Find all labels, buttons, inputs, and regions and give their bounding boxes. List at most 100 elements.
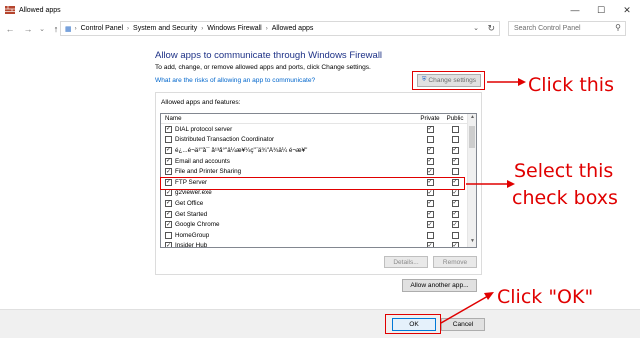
column-header-public[interactable]: Public (443, 115, 467, 122)
breadcrumb-system-security[interactable]: System and Security (133, 25, 197, 32)
private-checkbox[interactable]: ✓ (426, 189, 434, 197)
app-enabled-checkbox[interactable]: ✓ (165, 221, 172, 229)
allow-another-app-button[interactable]: Allow another app... (402, 279, 477, 292)
public-checkbox[interactable] (451, 125, 459, 133)
list-item[interactable]: ✓ Get Started ✓ ✓ (161, 209, 476, 220)
public-checkbox[interactable] (451, 168, 459, 176)
list-item[interactable]: ✓ Get Office ✓ ✓ (161, 198, 476, 209)
public-cell: ✓ (443, 146, 467, 154)
private-cell: ✓ (417, 146, 443, 154)
details-button[interactable]: Details... (384, 256, 428, 268)
scroll-up-icon[interactable]: ▲ (468, 114, 476, 123)
forward-arrow-icon[interactable]: → (22, 24, 34, 34)
public-checkbox[interactable]: ✓ (451, 210, 459, 218)
maximize-button[interactable]: ☐ (588, 0, 614, 20)
public-cell (443, 125, 467, 133)
address-bar[interactable]: ▦ › Control Panel › System and Security … (60, 21, 500, 36)
public-cell (443, 231, 467, 239)
change-settings-highlight (412, 71, 485, 90)
private-checkbox[interactable]: ✓ (426, 242, 434, 247)
private-cell: ✓ (417, 199, 443, 207)
list-item[interactable]: ✓ Email and accounts ✓ ✓ (161, 156, 476, 167)
private-cell: ✓ (417, 210, 443, 218)
breadcrumb-control-panel[interactable]: Control Panel (81, 25, 123, 32)
list-item[interactable]: HomeGroup (161, 230, 476, 241)
app-name-label: DIAL protocol server (175, 125, 233, 133)
private-checkbox[interactable] (426, 136, 434, 144)
address-dropdown-icon[interactable]: ⌄ (473, 24, 479, 32)
back-arrow-icon[interactable]: ← (4, 24, 16, 34)
private-checkbox[interactable] (426, 231, 434, 239)
app-enabled-checkbox[interactable]: ✓ (165, 168, 172, 176)
column-header-name[interactable]: Name (161, 115, 417, 122)
navigation-bar: ← → ⌄ ↑ ▦ › Control Panel › System and S… (0, 20, 640, 38)
public-checkbox[interactable] (451, 231, 459, 239)
annotation-click-ok: Click "OK" (497, 286, 594, 308)
app-enabled-checkbox[interactable]: ✓ (165, 125, 172, 133)
scroll-thumb[interactable] (469, 126, 475, 148)
scroll-down-icon[interactable]: ▼ (468, 238, 476, 247)
public-checkbox[interactable]: ✓ (451, 242, 459, 247)
private-cell: ✓ (417, 221, 443, 229)
private-checkbox[interactable]: ✓ (426, 146, 434, 154)
list-item[interactable]: ✓ Google Chrome ✓ ✓ (161, 219, 476, 230)
private-checkbox[interactable]: ✓ (426, 210, 434, 218)
app-name-label: Get Started (175, 210, 208, 218)
public-cell: ✓ (443, 242, 467, 247)
app-name-label: Get Office (175, 199, 204, 207)
public-checkbox[interactable]: ✓ (451, 189, 459, 197)
app-name-label: Distributed Transaction Coordinator (175, 136, 275, 144)
app-enabled-checkbox[interactable]: ✓ (165, 157, 172, 165)
list-item[interactable]: Distributed Transaction Coordinator (161, 135, 476, 146)
public-checkbox[interactable]: ✓ (451, 146, 459, 154)
dialog-footer (0, 309, 640, 338)
list-item[interactable]: ✓ Insider Hub ✓ ✓ (161, 241, 476, 247)
public-checkbox[interactable]: ✓ (451, 199, 459, 207)
private-checkbox[interactable]: ✓ (426, 157, 434, 165)
breadcrumb-windows-firewall[interactable]: Windows Firewall (207, 25, 261, 32)
private-cell: ✓ (417, 168, 443, 176)
refresh-icon[interactable]: ↻ (487, 23, 495, 34)
public-checkbox[interactable]: ✓ (451, 157, 459, 165)
annotation-click-this: Click this (528, 74, 614, 96)
app-enabled-checkbox[interactable]: ✓ (165, 199, 172, 207)
breadcrumb-separator-icon: › (201, 25, 204, 32)
title-bar: Allowed apps — ☐ ✕ (0, 0, 640, 20)
private-checkbox[interactable]: ✓ (426, 199, 434, 207)
annotation-select-line2: check boxs (512, 187, 618, 209)
list-item[interactable]: ✓ File and Printer Sharing ✓ (161, 166, 476, 177)
private-checkbox[interactable]: ✓ (426, 168, 434, 176)
control-panel-icon: ▦ (65, 25, 72, 33)
minimize-button[interactable]: — (562, 0, 588, 20)
column-header-private[interactable]: Private (417, 115, 443, 122)
search-input[interactable]: Search Control Panel ⚲ (508, 21, 626, 36)
public-cell (443, 168, 467, 176)
app-enabled-checkbox[interactable] (165, 231, 172, 239)
risks-link[interactable]: What are the risks of allowing an app to… (155, 77, 315, 84)
close-button[interactable]: ✕ (614, 0, 640, 20)
remove-button[interactable]: Remove (433, 256, 477, 268)
app-name-label: Email and accounts (175, 157, 230, 165)
list-scrollbar[interactable]: ▲ ▼ (467, 114, 476, 247)
breadcrumb-separator-icon: › (265, 25, 268, 32)
recent-locations-icon[interactable]: ⌄ (36, 25, 48, 33)
ftp-row-highlight (160, 177, 465, 190)
public-checkbox[interactable] (451, 136, 459, 144)
app-enabled-checkbox[interactable]: ✓ (165, 189, 172, 197)
private-checkbox[interactable]: ✓ (426, 125, 434, 133)
private-checkbox[interactable]: ✓ (426, 221, 434, 229)
app-enabled-checkbox[interactable] (165, 136, 172, 144)
cancel-button[interactable]: Cancel (441, 318, 485, 331)
app-name-cell: ✓ File and Printer Sharing (161, 168, 417, 176)
app-enabled-checkbox[interactable]: ✓ (165, 242, 172, 247)
app-enabled-checkbox[interactable]: ✓ (165, 146, 172, 154)
list-item[interactable]: ✓ DIAL protocol server ✓ (161, 124, 476, 135)
public-cell: ✓ (443, 210, 467, 218)
app-name-cell: ✓ Insider Hub (161, 242, 417, 247)
list-item[interactable]: ✓ é¿...é¬ä¹"å¯ å¹³å°"ä¼æ¥¼ç"¨ä¾"Â¾ä¼ é¬æ¥… (161, 145, 476, 156)
ok-highlight (385, 314, 441, 334)
app-enabled-checkbox[interactable]: ✓ (165, 210, 172, 218)
public-checkbox[interactable]: ✓ (451, 221, 459, 229)
breadcrumb-allowed-apps[interactable]: Allowed apps (272, 25, 314, 32)
public-cell (443, 136, 467, 144)
